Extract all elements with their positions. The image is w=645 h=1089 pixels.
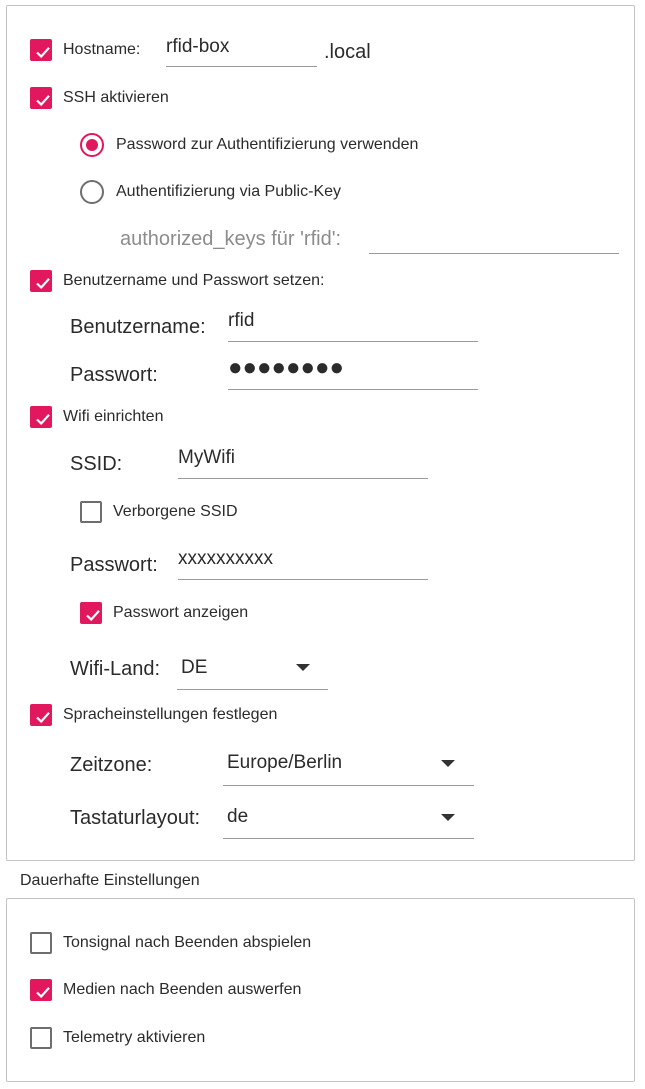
- tone-checkbox[interactable]: [30, 932, 52, 954]
- locale-checkbox[interactable]: [30, 704, 52, 726]
- user-label: Benutzername und Passwort setzen:: [63, 272, 325, 289]
- ssid-label: SSID:: [70, 453, 123, 475]
- timezone-value: Europe/Berlin: [227, 752, 343, 773]
- radio-pubkey-auth-label: Authentifizierung via Public-Key: [116, 183, 342, 200]
- locale-label: Spracheinstellungen festlegen: [63, 706, 278, 723]
- check-icon: [36, 987, 50, 999]
- password-input[interactable]: [228, 355, 478, 390]
- password-label: Passwort:: [70, 364, 158, 386]
- hidden-ssid-checkbox[interactable]: [80, 501, 102, 523]
- hostname-checkbox[interactable]: [30, 39, 52, 61]
- keyboard-label: Tastaturlayout:: [70, 807, 201, 829]
- radio-password-auth[interactable]: [80, 133, 104, 157]
- keyboard-value: de: [227, 806, 249, 827]
- ssh-label: SSH aktivieren: [63, 89, 169, 106]
- keyboard-select[interactable]: de: [223, 805, 474, 839]
- tone-label: Tonsignal nach Beenden abspielen: [63, 934, 312, 951]
- timezone-label: Zeitzone:: [70, 754, 153, 776]
- check-icon: [86, 610, 100, 622]
- username-input[interactable]: [228, 309, 478, 342]
- dropdown-arrow-icon: [441, 760, 455, 767]
- authorized-keys-label: authorized_keys für 'rfid':: [120, 228, 342, 250]
- hostname-input[interactable]: [166, 35, 317, 67]
- timezone-select[interactable]: Europe/Berlin: [223, 751, 474, 786]
- radio-pubkey-auth[interactable]: [80, 180, 104, 204]
- show-password-checkbox[interactable]: [80, 602, 102, 624]
- user-checkbox[interactable]: [30, 270, 52, 292]
- ssh-checkbox[interactable]: [30, 87, 52, 109]
- wifi-country-label: Wifi-Land:: [70, 658, 161, 680]
- wifi-label: Wifi einrichten: [63, 408, 164, 425]
- check-icon: [36, 712, 50, 724]
- hidden-ssid-label: Verborgene SSID: [113, 503, 238, 520]
- hostname-suffix: .local: [324, 41, 371, 63]
- authorized-keys-input[interactable]: [369, 222, 619, 254]
- wifi-password-label: Passwort:: [70, 554, 158, 576]
- dropdown-arrow-icon: [296, 664, 310, 671]
- show-password-label: Passwort anzeigen: [113, 604, 249, 621]
- radio-password-auth-label: Password zur Authentifizierung verwenden: [116, 136, 419, 153]
- dropdown-arrow-icon: [441, 814, 455, 821]
- persistent-settings-title: Dauerhafte Einstellungen: [20, 872, 200, 889]
- check-icon: [36, 47, 50, 59]
- check-icon: [36, 278, 50, 290]
- check-icon: [36, 414, 50, 426]
- wifi-country-value: DE: [181, 657, 208, 678]
- radio-dot: [86, 139, 98, 151]
- username-label: Benutzername:: [70, 316, 206, 338]
- wifi-country-select[interactable]: DE: [177, 656, 328, 690]
- hostname-label: Hostname:: [63, 41, 141, 58]
- wifi-password-input[interactable]: [178, 547, 428, 580]
- ssid-input[interactable]: [178, 446, 428, 479]
- wifi-checkbox[interactable]: [30, 406, 52, 428]
- telemetry-label: Telemetry aktivieren: [63, 1029, 206, 1046]
- eject-label: Medien nach Beenden auswerfen: [63, 981, 302, 998]
- eject-checkbox[interactable]: [30, 979, 52, 1001]
- check-icon: [36, 95, 50, 107]
- telemetry-checkbox[interactable]: [30, 1027, 52, 1049]
- settings-panel: [6, 5, 635, 861]
